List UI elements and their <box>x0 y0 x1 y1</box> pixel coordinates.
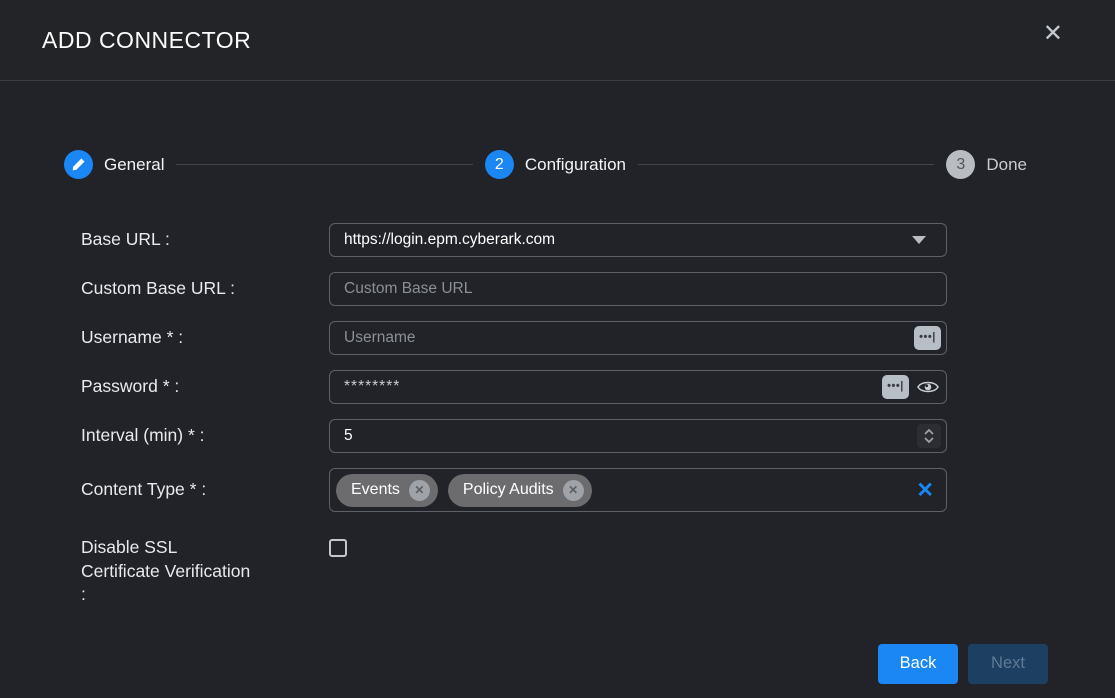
step-configuration-label: Configuration <box>525 155 626 175</box>
chip-events-label: Events <box>351 481 400 499</box>
dialog-title: ADD CONNECTOR <box>42 27 251 54</box>
base-url-value: https://login.epm.cyberark.com <box>344 231 555 249</box>
chip-policy-audits-label: Policy Audits <box>463 481 554 499</box>
password-input[interactable] <box>329 370 947 404</box>
wizard-stepper: General 2 Configuration 3 Done <box>64 150 1027 179</box>
credential-picker-icon[interactable]: •••| <box>914 326 941 350</box>
disable-ssl-label: Disable SSL Certificate Verification : <box>0 536 329 607</box>
close-icon[interactable]: ✕ <box>1043 22 1063 46</box>
step-done-label: Done <box>986 155 1027 175</box>
base-url-select[interactable]: https://login.epm.cyberark.com <box>329 223 947 257</box>
step-done: 3 Done <box>946 150 1027 179</box>
number-stepper-icon[interactable] <box>917 424 941 448</box>
custom-base-url-input[interactable] <box>329 272 947 306</box>
username-row: Username * : •••| <box>0 321 1115 355</box>
base-url-row: Base URL : https://login.epm.cyberark.co… <box>0 223 1115 257</box>
dialog-footer: Back Next <box>0 644 1048 684</box>
content-type-multiselect[interactable]: Events ✕ Policy Audits ✕ ✕ <box>329 468 947 512</box>
step-connector-line <box>638 164 934 165</box>
step-2-badge: 2 <box>485 150 514 179</box>
username-label: Username * : <box>0 326 329 350</box>
password-row: Password * : •••| <box>0 370 1115 404</box>
interval-row: Interval (min) * : <box>0 419 1115 453</box>
step-connector-line <box>176 164 472 165</box>
clear-all-icon[interactable]: ✕ <box>916 480 934 501</box>
pencil-icon <box>64 150 93 179</box>
step-3-badge: 3 <box>946 150 975 179</box>
credential-picker-icon[interactable]: •••| <box>882 375 909 399</box>
configuration-form: Base URL : https://login.epm.cyberark.co… <box>0 223 1115 622</box>
remove-chip-icon[interactable]: ✕ <box>409 480 430 501</box>
interval-label: Interval (min) * : <box>0 424 329 448</box>
back-button[interactable]: Back <box>878 644 958 684</box>
add-connector-dialog: ADD CONNECTOR ✕ General 2 Configuration … <box>0 0 1115 698</box>
step-configuration[interactable]: 2 Configuration <box>485 150 626 179</box>
content-type-label: Content Type * : <box>0 478 329 502</box>
base-url-label: Base URL : <box>0 228 329 252</box>
chip-events: Events ✕ <box>336 474 438 507</box>
password-label: Password * : <box>0 375 329 399</box>
custom-base-url-label: Custom Base URL : <box>0 277 329 301</box>
disable-ssl-checkbox[interactable] <box>329 539 347 557</box>
custom-base-url-row: Custom Base URL : <box>0 272 1115 306</box>
step-general[interactable]: General <box>64 150 164 179</box>
username-input[interactable] <box>329 321 947 355</box>
step-general-label: General <box>104 155 164 175</box>
interval-input[interactable] <box>329 419 947 453</box>
content-type-row: Content Type * : Events ✕ Policy Audits … <box>0 468 1115 512</box>
remove-chip-icon[interactable]: ✕ <box>563 480 584 501</box>
disable-ssl-row: Disable SSL Certificate Verification : <box>0 536 1115 607</box>
show-password-eye-icon[interactable] <box>917 378 939 396</box>
next-button[interactable]: Next <box>968 644 1048 684</box>
chip-policy-audits: Policy Audits ✕ <box>448 474 592 507</box>
dialog-header: ADD CONNECTOR ✕ <box>0 0 1115 81</box>
chevron-down-icon <box>912 236 926 244</box>
